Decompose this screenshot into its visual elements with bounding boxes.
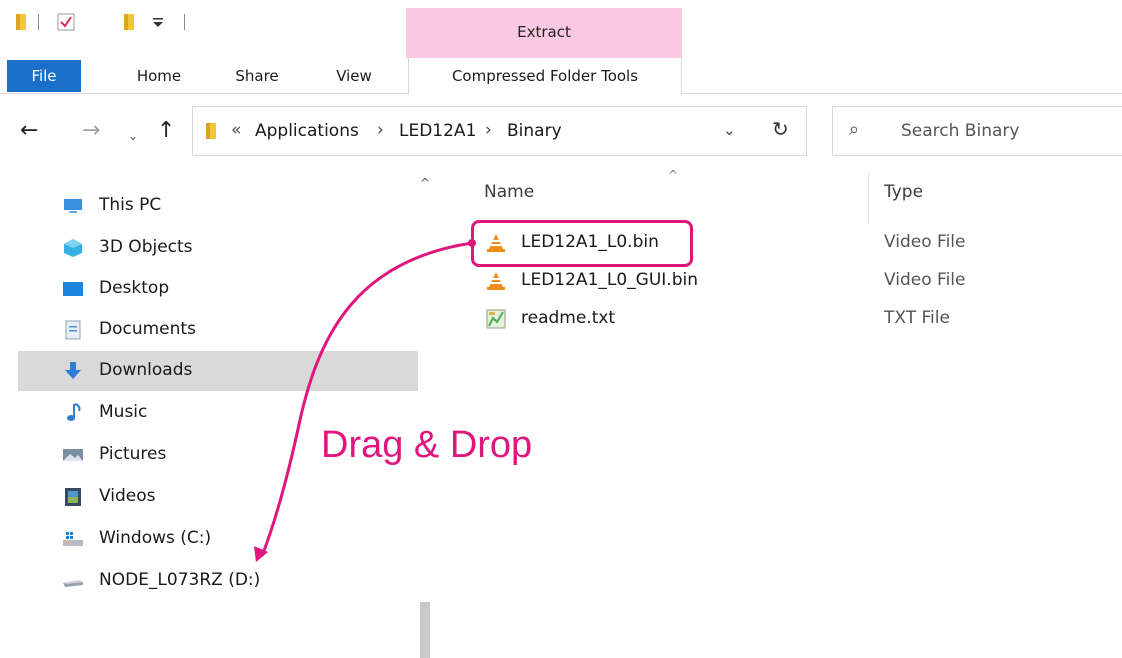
nav-item-label: Documents — [99, 319, 196, 339]
text-file-icon — [486, 309, 506, 329]
nav-item-documents[interactable]: Documents — [18, 310, 418, 350]
quick-access-toolbar — [0, 0, 420, 52]
breadcrumb-separator[interactable]: › — [377, 120, 384, 140]
folder-icon[interactable] — [14, 12, 28, 32]
search-icon: ⌕ — [849, 119, 860, 140]
documents-icon — [65, 320, 81, 340]
back-arrow-icon[interactable]: ← — [20, 120, 38, 142]
address-dropdown-icon[interactable]: ⌄ — [723, 121, 736, 139]
overflow-chevron-icon[interactable]: « — [231, 120, 241, 140]
file-type: TXT File — [884, 308, 950, 328]
vlc-icon — [487, 272, 505, 290]
usb-drive-icon — [63, 580, 83, 587]
navigation-bar: ← → ⌄ ↑ « Applications › LED12A1 › Binar… — [0, 94, 1122, 172]
column-header-type[interactable]: Type — [884, 182, 923, 202]
sort-ascending-icon: ^ — [668, 168, 679, 182]
search-box[interactable]: ⌕ Search Binary — [832, 106, 1122, 156]
toolbar-separator — [184, 14, 185, 30]
nav-item-label: Videos — [99, 486, 156, 506]
tab-view[interactable]: View — [326, 58, 382, 94]
search-input[interactable]: Search Binary — [901, 121, 1019, 141]
file-row-led12a1-l0-gui-bin[interactable]: LED12A1_L0_GUI.bin Video File — [440, 262, 1122, 300]
tab-compressed-folder-tools[interactable]: Compressed Folder Tools — [408, 58, 682, 95]
tab-share[interactable]: Share — [226, 58, 288, 94]
refresh-icon[interactable]: ↻ — [772, 117, 789, 141]
extract-context-label: Extract — [517, 23, 571, 41]
nav-item-node-l073rz-d[interactable]: NODE_L073RZ (D:) — [18, 561, 418, 601]
extract-context-header: Extract — [406, 8, 682, 58]
column-header-name[interactable]: Name — [484, 182, 534, 202]
windows-drive-icon — [63, 532, 83, 546]
scroll-up-icon[interactable]: ^ — [420, 176, 430, 190]
file-type: Video File — [884, 232, 966, 252]
breadcrumb-separator[interactable]: › — [485, 120, 492, 140]
forward-arrow-icon[interactable]: → — [82, 120, 100, 142]
nav-item-windows-c[interactable]: Windows (C:) — [18, 519, 418, 559]
nav-item-label: Windows (C:) — [99, 528, 212, 548]
nav-item-downloads[interactable]: Downloads — [18, 351, 418, 391]
nav-item-label: Downloads — [99, 360, 193, 380]
this-pc-icon — [64, 199, 82, 213]
nav-item-label: 3D Objects — [99, 237, 193, 257]
nav-item-label: Pictures — [99, 444, 167, 464]
recent-locations-chevron-icon[interactable]: ⌄ — [128, 125, 138, 147]
drag-drop-annotation: Drag & Drop — [321, 424, 533, 466]
nav-pane-scrollbar[interactable]: ^ — [418, 172, 432, 658]
new-folder-icon[interactable] — [122, 12, 136, 32]
navigation-pane: This PC 3D Objects Desktop Documents Dow… — [0, 172, 432, 658]
desktop-icon — [63, 282, 83, 296]
pictures-icon — [63, 449, 83, 461]
nav-item-label: Music — [99, 402, 148, 422]
music-icon — [67, 403, 81, 421]
customize-toolbar-icon[interactable] — [150, 12, 166, 32]
tab-file[interactable]: File — [7, 60, 81, 92]
nav-item-label: Desktop — [99, 278, 170, 298]
file-type: Video File — [884, 270, 966, 290]
nav-item-videos[interactable]: Videos — [18, 477, 418, 517]
tab-home[interactable]: Home — [128, 58, 190, 94]
breadcrumb-led12a1[interactable]: LED12A1 — [399, 121, 476, 141]
folder-icon — [206, 123, 216, 139]
drag-source-highlight — [471, 220, 693, 267]
breadcrumb-applications[interactable]: Applications — [255, 121, 359, 141]
nav-item-3d-objects[interactable]: 3D Objects — [18, 228, 418, 268]
downloads-icon — [65, 362, 81, 379]
nav-item-desktop[interactable]: Desktop — [18, 269, 418, 309]
toolbar-separator — [38, 14, 39, 30]
videos-icon — [65, 488, 81, 506]
file-name: readme.txt — [521, 308, 616, 328]
column-divider[interactable] — [868, 172, 869, 222]
ribbon-tabs: File Home Share View Compressed Folder T… — [0, 58, 1122, 95]
file-row-readme-txt[interactable]: readme.txt TXT File — [440, 300, 1122, 338]
properties-icon[interactable] — [56, 12, 76, 32]
3d-objects-icon — [64, 239, 82, 257]
nav-item-this-pc[interactable]: This PC — [18, 186, 418, 226]
file-name: LED12A1_L0_GUI.bin — [521, 270, 698, 290]
address-bar[interactable]: « Applications › LED12A1 › Binary ⌄ — [192, 106, 807, 156]
nav-item-label: NODE_L073RZ (D:) — [99, 570, 261, 590]
scrollbar-thumb[interactable] — [420, 602, 430, 658]
breadcrumb-binary[interactable]: Binary — [507, 121, 562, 141]
up-arrow-icon[interactable]: ↑ — [157, 120, 175, 142]
nav-item-label: This PC — [99, 195, 162, 215]
